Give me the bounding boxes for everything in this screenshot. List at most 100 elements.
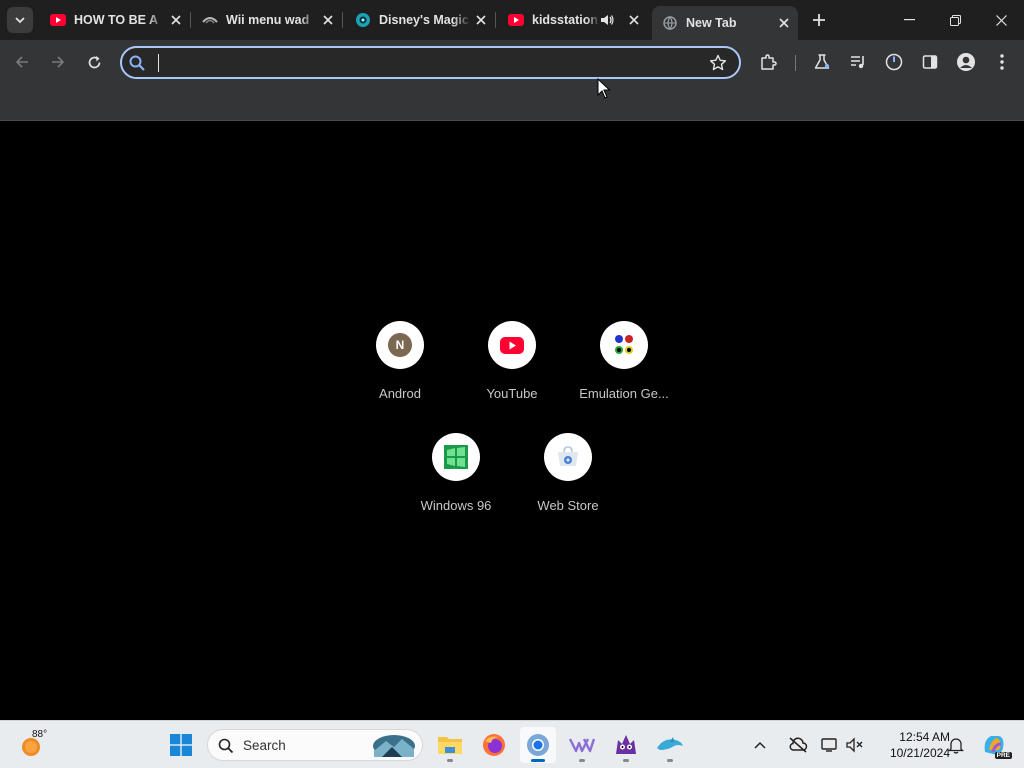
disney-icon bbox=[355, 12, 371, 28]
tab-disney[interactable]: Disney's Magic bbox=[345, 4, 496, 36]
chrome-icon bbox=[527, 734, 549, 756]
text-caret bbox=[158, 54, 159, 72]
running-indicator bbox=[531, 759, 545, 762]
toolbar bbox=[0, 40, 1024, 84]
firefox-button[interactable] bbox=[476, 727, 512, 763]
onedrive-button[interactable] bbox=[786, 727, 810, 763]
speaker-icon[interactable] bbox=[600, 13, 614, 30]
chevron-up-icon bbox=[754, 741, 766, 749]
star-icon[interactable] bbox=[709, 54, 727, 72]
chevron-down-icon bbox=[15, 17, 25, 24]
search-icon bbox=[129, 55, 145, 71]
folder-icon bbox=[438, 737, 462, 754]
minimize-button[interactable] bbox=[886, 0, 932, 40]
bookmarks-bar bbox=[0, 84, 1024, 121]
address-input[interactable] bbox=[156, 52, 686, 74]
shortcut-icon-circle bbox=[488, 321, 536, 369]
profile-button[interactable] bbox=[952, 48, 980, 76]
back-button[interactable] bbox=[8, 48, 36, 76]
close-tab-icon[interactable] bbox=[320, 12, 336, 28]
performance-button[interactable] bbox=[880, 48, 908, 76]
taskbar-search-box[interactable]: Search bbox=[207, 729, 423, 761]
close-tab-icon[interactable] bbox=[168, 12, 184, 28]
plus-icon bbox=[813, 14, 825, 26]
file-explorer-button[interactable] bbox=[432, 727, 468, 763]
side-panel-icon bbox=[922, 55, 938, 69]
copilot-button[interactable]: PRE bbox=[976, 727, 1012, 763]
close-tab-icon[interactable] bbox=[776, 15, 792, 31]
network-button[interactable] bbox=[818, 727, 842, 763]
search-highlight-icon bbox=[373, 735, 415, 757]
weather-temp: 88° bbox=[32, 729, 48, 740]
game-mascot-icon bbox=[616, 735, 636, 754]
speedometer-icon bbox=[885, 53, 903, 71]
wii-icon bbox=[202, 12, 218, 28]
side-panel-button[interactable] bbox=[916, 48, 944, 76]
shortcut-windows96[interactable]: Windows 96 bbox=[400, 433, 512, 545]
restore-button[interactable] bbox=[932, 0, 978, 40]
tab-kidsstation[interactable]: kidsstation bbox=[498, 4, 648, 36]
tab-separator bbox=[342, 12, 343, 28]
firefox-icon bbox=[483, 734, 505, 756]
app-button-2[interactable] bbox=[608, 727, 644, 763]
address-bar[interactable] bbox=[120, 46, 741, 79]
tab-title: Wii menu wad bbox=[226, 13, 310, 27]
shortcut-youtube[interactable]: YouTube bbox=[456, 321, 568, 433]
notifications-button[interactable] bbox=[944, 727, 968, 763]
webstore-icon bbox=[558, 446, 578, 466]
arrow-right-icon bbox=[52, 56, 65, 68]
dolphin-icon bbox=[657, 737, 683, 750]
clock-date: 10/21/2024 bbox=[889, 746, 950, 760]
shortcut-icon-circle bbox=[432, 433, 480, 481]
search-label: Search bbox=[243, 738, 286, 753]
forward-button[interactable] bbox=[44, 48, 72, 76]
youtube-icon bbox=[500, 336, 524, 354]
clock-time: 12:54 AM bbox=[899, 730, 950, 744]
new-tab-page: N Androd YouTube Emulation Ge... Windows… bbox=[0, 121, 1024, 720]
bell-icon bbox=[948, 738, 964, 754]
chrome-button[interactable] bbox=[520, 727, 556, 763]
tab-wii-menu[interactable]: Wii menu wad bbox=[192, 4, 343, 36]
shortcut-label: Web Store bbox=[537, 498, 599, 513]
menu-button[interactable] bbox=[988, 48, 1016, 76]
new-tab-button[interactable] bbox=[808, 9, 830, 31]
tab-search-button[interactable] bbox=[7, 7, 33, 33]
shortcut-icon-circle bbox=[544, 433, 592, 481]
running-indicator bbox=[623, 759, 629, 762]
shortcut-emulation[interactable]: Emulation Ge... bbox=[568, 321, 680, 433]
queue-music-icon bbox=[851, 56, 864, 69]
running-indicator bbox=[579, 759, 585, 762]
tab-title: Disney's Magic bbox=[379, 13, 469, 27]
youtube-icon bbox=[508, 12, 524, 28]
media-controls-button[interactable] bbox=[844, 48, 872, 76]
volume-button[interactable] bbox=[843, 727, 867, 763]
windows96-icon bbox=[444, 445, 468, 469]
shortcut-letter: N bbox=[395, 338, 405, 352]
shortcut-label: Windows 96 bbox=[420, 498, 492, 513]
letter-n-icon: N bbox=[388, 333, 412, 357]
tab-new-tab[interactable]: New Tab bbox=[652, 6, 798, 40]
shortcut-label: YouTube bbox=[486, 386, 538, 401]
shortcut-androd[interactable]: N Androd bbox=[344, 321, 456, 433]
close-window-button[interactable] bbox=[978, 0, 1024, 40]
cloud-off-icon bbox=[789, 737, 808, 753]
start-button[interactable] bbox=[163, 727, 199, 763]
app-button-1[interactable] bbox=[564, 727, 600, 763]
youtube-icon bbox=[50, 12, 66, 28]
reload-icon bbox=[88, 55, 100, 68]
show-hidden-icons-button[interactable] bbox=[748, 727, 772, 763]
shortcut-label: Androd bbox=[379, 386, 421, 401]
running-indicator bbox=[667, 759, 673, 762]
reload-button[interactable] bbox=[80, 48, 108, 76]
dolphin-button[interactable] bbox=[652, 727, 688, 763]
extensions-button[interactable] bbox=[754, 48, 782, 76]
close-tab-icon[interactable] bbox=[473, 12, 489, 28]
shortcut-icon-circle: N bbox=[376, 321, 424, 369]
minimize-icon bbox=[903, 19, 915, 21]
close-tab-icon[interactable] bbox=[626, 12, 642, 28]
toolbar-divider bbox=[795, 55, 796, 71]
tab-youtube-1[interactable]: HOW TO BE A bbox=[40, 4, 191, 36]
shortcut-webstore[interactable]: Web Store bbox=[512, 433, 624, 545]
labs-button[interactable] bbox=[808, 48, 836, 76]
system-clock[interactable]: 12:54 AM 10/21/2024 bbox=[870, 729, 950, 761]
